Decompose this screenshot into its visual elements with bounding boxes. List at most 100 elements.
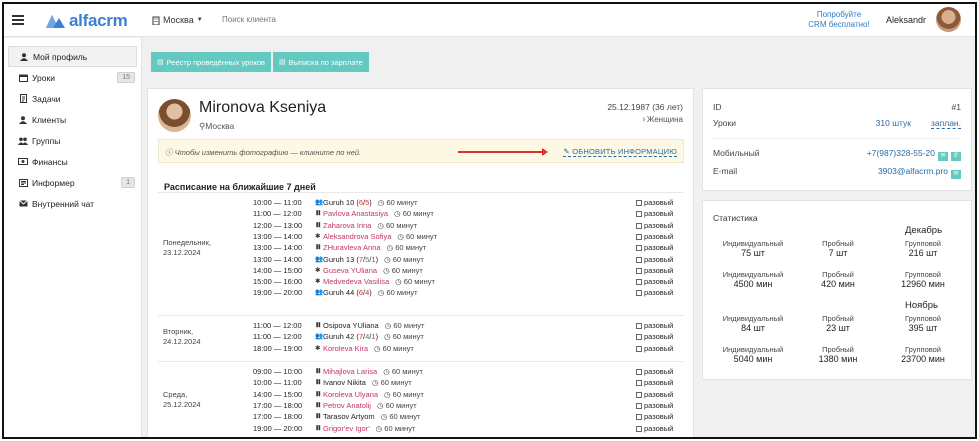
lesson-row[interactable]: 13:00 — 14:00 ✱ Aleksandrova Sofiya ◷ 60 ми… bbox=[253, 231, 683, 242]
lesson-row[interactable]: 10:00 — 11:00 👥 Guruh 10 (6/5) ◷ 60 минут ра… bbox=[253, 197, 683, 208]
sidebar-item-groups[interactable]: Группы bbox=[8, 130, 137, 151]
lesson-duration: ◷ 60 минут bbox=[374, 344, 414, 353]
one-time-checkbox[interactable]: разовый bbox=[636, 231, 673, 242]
one-time-checkbox[interactable]: разовый bbox=[636, 366, 673, 377]
lesson-row[interactable]: 15:00 — 16:00 ✱ Medvedeva Vasilisa ◷ 60 мин… bbox=[253, 276, 683, 287]
lesson-row[interactable]: 14:00 — 15:00 ❚❚ Koroleva Ulyana ◷ 60 минут… bbox=[253, 389, 683, 400]
sidebar-item-label: Финансы bbox=[32, 156, 68, 167]
student-name[interactable]: Osipova YUliana bbox=[323, 321, 379, 330]
student-name[interactable]: Grigor'ev Igor' bbox=[323, 424, 370, 433]
one-time-checkbox[interactable]: разовый bbox=[636, 208, 673, 219]
group-name[interactable]: Guruh 42 ( bbox=[323, 332, 359, 341]
student-name[interactable]: Petrov Anatolij bbox=[323, 401, 371, 410]
one-time-label: разовый bbox=[644, 198, 674, 207]
lesson-row[interactable]: 19:00 — 20:00 👥 Guruh 44 (6/4) ◷ 60 минут ра… bbox=[253, 287, 683, 298]
group-name[interactable]: Guruh 10 ( bbox=[323, 198, 359, 207]
group-confirmed: 4 bbox=[365, 332, 370, 342]
lessons-count-badge: 15 bbox=[117, 72, 135, 83]
sidebar-item-profile[interactable]: Мой профиль bbox=[8, 46, 137, 67]
student-name[interactable]: Zaharova Irina bbox=[323, 221, 371, 230]
lessons-register-button[interactable]: ▤ Реестр проведённых уроков bbox=[151, 52, 271, 72]
sidebar-item-tasks[interactable]: Задачи bbox=[8, 88, 137, 109]
notice-message: Чтобы изменить фотографию — кликните по … bbox=[174, 148, 362, 157]
student-name[interactable]: Ivanov Nikita bbox=[323, 378, 366, 387]
student-name[interactable]: ZHuravleva Anna bbox=[323, 243, 381, 252]
menu-icon[interactable] bbox=[12, 15, 24, 25]
lesson-row[interactable]: 12:00 — 13:00 ❚❚ Zaharova Irina ◷ 60 минут р… bbox=[253, 220, 683, 231]
student-name[interactable]: Koroleva Ulyana bbox=[323, 390, 378, 399]
one-time-checkbox[interactable]: разовый bbox=[636, 265, 673, 276]
one-time-label: разовый bbox=[644, 277, 674, 287]
profile-photo[interactable] bbox=[158, 99, 191, 132]
lesson-row[interactable]: 19:00 — 20:00 ❚❚ Grigor'ev Igor' ◷ 60 минут… bbox=[253, 423, 683, 434]
user-name[interactable]: Aleksandr bbox=[886, 15, 926, 25]
one-time-checkbox[interactable]: разовый bbox=[636, 242, 673, 253]
logo[interactable]: alfacrm bbox=[44, 11, 128, 30]
lessons-planned-link[interactable]: заплан. bbox=[931, 118, 961, 129]
sidebar-item-chat[interactable]: Внутренний чат bbox=[8, 193, 137, 214]
lesson-row[interactable]: 09:00 — 10:00 ❚❚ Mihajlova Larisa ◷ 60 мину… bbox=[253, 366, 683, 377]
student-name[interactable]: Medvedeva Vasilisa bbox=[323, 277, 389, 286]
student-name[interactable]: Aleksandrova Sofiya bbox=[323, 232, 391, 241]
sidebar-item-clients[interactable]: Клиенты bbox=[8, 109, 137, 130]
message-icon[interactable]: ✉ bbox=[938, 152, 948, 161]
student-name[interactable]: Guseva YUliana bbox=[323, 266, 377, 275]
student-name[interactable]: Mihajlova Larisa bbox=[323, 367, 377, 376]
sidebar-item-informer[interactable]: Информер 1 bbox=[8, 172, 137, 193]
one-time-checkbox[interactable]: разовый bbox=[636, 377, 673, 388]
lesson-title: Zaharova Irina ◷ 60 минут bbox=[323, 220, 417, 231]
sidebar-item-lessons[interactable]: Уроки 15 bbox=[8, 67, 137, 88]
sidebar-item-finance[interactable]: Финансы bbox=[8, 151, 137, 172]
lesson-row[interactable]: 17:00 — 18:00 ❚❚ Tarasov Artyom ◷ 60 минут р… bbox=[253, 411, 683, 422]
stat-label: Групповой bbox=[904, 270, 942, 279]
one-time-checkbox[interactable]: разовый bbox=[636, 343, 673, 354]
promo-line-1: Попробуйте bbox=[816, 10, 862, 19]
student-name[interactable]: Pavlova Anastasiya bbox=[323, 209, 388, 218]
one-time-label: разовый bbox=[644, 254, 674, 264]
lesson-row[interactable]: 11:00 — 12:00 ❚❚ Pavlova Anastasiya ◷ 60 ми… bbox=[253, 208, 683, 219]
one-time-label: разовый bbox=[644, 209, 674, 219]
lesson-row[interactable]: 11:00 — 12:00 👥 Guruh 42 (7/4/1) ◷ 60 минут… bbox=[253, 331, 683, 342]
lesson-title: Medvedeva Vasilisa ◷ 60 минут bbox=[323, 276, 435, 287]
user-avatar[interactable] bbox=[936, 7, 961, 32]
one-time-checkbox[interactable]: разовый bbox=[636, 220, 673, 231]
schedule-day: Вторник, 24.12.2024 11:00 — 12:00 ❚❚ Osipova… bbox=[158, 315, 684, 357]
one-time-checkbox[interactable]: разовый bbox=[636, 411, 673, 422]
one-time-checkbox[interactable]: разовый bbox=[636, 389, 673, 400]
one-time-checkbox[interactable]: разовый bbox=[636, 320, 673, 331]
stat-value: 23700 мин bbox=[901, 354, 945, 364]
lessons-count-link[interactable]: 310 штук bbox=[876, 118, 911, 128]
student-name[interactable]: Koroleva Kira bbox=[323, 344, 368, 353]
lesson-row[interactable]: 14:00 — 15:00 ✱ Guseva YUliana ◷ 60 минут ра… bbox=[253, 265, 683, 276]
promo-link[interactable]: Попробуйте CRM бесплатно! bbox=[794, 10, 884, 30]
salary-statement-button[interactable]: ▤ Выписка по зарплате bbox=[272, 52, 369, 72]
lesson-row[interactable]: 13:00 — 14:00 ❚❚ ZHuravleva Anna ◷ 60 минут… bbox=[253, 242, 683, 253]
mobile-number-link[interactable]: +7(987)328-55-20 bbox=[867, 148, 935, 158]
schedule-day: Среда, 25.12.2024 09:00 — 10:00 ❚❚ Mihajlova… bbox=[158, 361, 684, 437]
update-info-link[interactable]: ✎ ОБНОВИТЬ ИНФОРМАЦИЮ bbox=[563, 147, 677, 157]
one-time-checkbox[interactable]: разовый bbox=[636, 197, 673, 208]
one-time-checkbox[interactable]: разовый bbox=[636, 400, 673, 411]
one-time-checkbox[interactable]: разовый bbox=[636, 276, 673, 287]
stat-cell: Индивидуальный 4500 мин bbox=[709, 270, 797, 290]
checkbox-icon bbox=[636, 267, 642, 274]
one-time-checkbox[interactable]: разовый bbox=[636, 423, 673, 434]
one-time-checkbox[interactable]: разовый bbox=[636, 287, 673, 298]
phone-icon[interactable]: ✆ bbox=[951, 152, 961, 161]
mail-icon[interactable]: ✉ bbox=[951, 170, 961, 179]
client-search-input[interactable] bbox=[222, 15, 372, 24]
lesson-row[interactable]: 10:00 — 11:00 ❚❚ Ivanov Nikita ◷ 60 минут ра… bbox=[253, 377, 683, 388]
user-icon bbox=[19, 52, 29, 61]
group-name[interactable]: Guruh 13 ( bbox=[323, 255, 359, 264]
lesson-row[interactable]: 18:00 — 19:00 ✱ Koroleva Kira ◷ 60 минут раз… bbox=[253, 343, 683, 354]
lesson-row[interactable]: 17:00 — 18:00 ❚❚ Petrov Anatolij ◷ 60 минут… bbox=[253, 400, 683, 411]
city-selector[interactable]: Москва ▼ bbox=[152, 15, 203, 25]
group-name[interactable]: Guruh 44 ( bbox=[323, 288, 359, 297]
lesson-row[interactable]: 13:00 — 14:00 👥 Guruh 13 (7/5/1) ◷ 60 минут… bbox=[253, 254, 683, 265]
email-link[interactable]: 3903@alfacrm.pro bbox=[878, 166, 948, 176]
lesson-row[interactable]: 11:00 — 12:00 ❚❚ Osipova YUliana ◷ 60 минут… bbox=[253, 320, 683, 331]
student-name[interactable]: Tarasov Artyom bbox=[323, 412, 375, 421]
one-time-checkbox[interactable]: разовый bbox=[636, 254, 673, 265]
one-time-checkbox[interactable]: разовый bbox=[636, 331, 673, 342]
day-date: 24.12.2024 bbox=[163, 336, 201, 346]
